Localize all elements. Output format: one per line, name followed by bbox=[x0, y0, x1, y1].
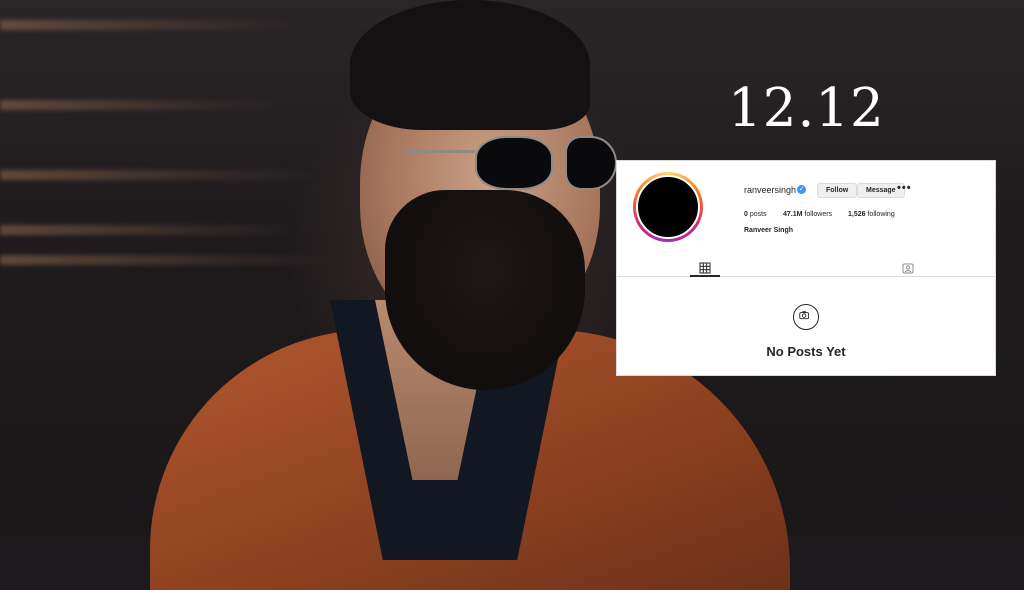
background-light-stripe bbox=[0, 100, 280, 110]
background-light-stripe bbox=[0, 255, 340, 265]
posts-count: 0 bbox=[744, 211, 748, 218]
following-count: 1,526 bbox=[848, 211, 866, 218]
following-stat[interactable]: 1,526 following bbox=[848, 211, 895, 218]
active-tab-indicator bbox=[690, 275, 720, 277]
person-hair bbox=[350, 0, 590, 130]
background-light-stripe bbox=[0, 20, 300, 30]
followers-stat[interactable]: 47.1M followers bbox=[783, 211, 832, 218]
followers-label: followers bbox=[804, 211, 833, 218]
tab-divider bbox=[617, 276, 995, 277]
avatar bbox=[636, 175, 700, 239]
grid-icon[interactable] bbox=[699, 262, 711, 274]
camera-icon bbox=[793, 304, 819, 330]
person-beard bbox=[385, 190, 585, 390]
profile-full-name: Ranveer Singh bbox=[744, 227, 794, 234]
profile-username: ranveersingh bbox=[744, 185, 797, 195]
verified-badge-icon: ✓ bbox=[797, 185, 806, 194]
background-light-stripe bbox=[0, 225, 300, 235]
no-posts-text: No Posts Yet bbox=[766, 344, 846, 359]
posts-label: posts bbox=[749, 211, 767, 218]
tagged-icon[interactable] bbox=[902, 263, 914, 274]
follow-button[interactable]: Follow bbox=[817, 183, 858, 198]
followers-count: 47.1M bbox=[783, 211, 803, 218]
following-label: following bbox=[867, 211, 895, 218]
date-overlay: 12.12 bbox=[728, 78, 885, 139]
more-options-icon[interactable]: ••• bbox=[897, 182, 912, 194]
background-light-stripe bbox=[0, 170, 320, 180]
avatar-story-ring[interactable] bbox=[633, 172, 703, 242]
sunglasses bbox=[405, 132, 617, 192]
instagram-profile-card: ranveersingh ✓ Follow Message ••• 0 post… bbox=[616, 160, 996, 376]
posts-stat: 0 posts bbox=[744, 211, 767, 218]
